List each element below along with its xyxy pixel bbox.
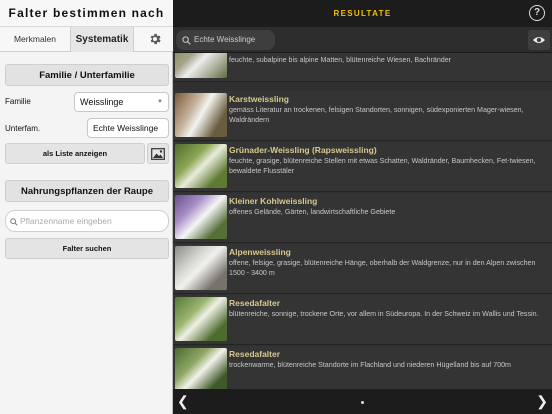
image-view-button[interactable] bbox=[147, 143, 169, 164]
familie-label: Familie bbox=[5, 97, 31, 106]
result-title: Grünader-Weissling (Rapsweissling) bbox=[229, 145, 377, 155]
pagination-bar: ❮ ❯ bbox=[173, 389, 552, 414]
list-item[interactable]: Resedafalter trockenwarme, blütenreiche … bbox=[173, 346, 552, 389]
results-search-input[interactable]: Echte Weisslinge bbox=[176, 30, 275, 50]
butterfly-thumbnail bbox=[175, 53, 227, 78]
visibility-toggle[interactable] bbox=[528, 30, 550, 50]
eye-icon bbox=[533, 37, 545, 43]
dropdown-caret-icon: ▼ bbox=[157, 99, 163, 105]
list-item[interactable]: Resedafalter blütenreiche, sonnige, troc… bbox=[173, 295, 552, 345]
tab-bar: Merkmalen Systematik bbox=[0, 27, 173, 52]
results-header: RESULTATE ? bbox=[173, 0, 552, 27]
result-description: feuchte, grasige, blütenreiche Stellen m… bbox=[229, 157, 536, 176]
search-butterflies-button[interactable]: Falter suchen bbox=[5, 238, 169, 259]
result-description: trockenwarme, blütenreiche Standorte im … bbox=[229, 361, 511, 369]
result-title: Resedafalter bbox=[229, 349, 281, 359]
butterfly-thumbnail bbox=[175, 348, 227, 389]
section-plants-header: Nahrungspflanzen der Raupe bbox=[5, 180, 169, 202]
gear-icon bbox=[150, 33, 161, 45]
show-as-list-button[interactable]: als Liste anzeigen bbox=[5, 143, 145, 164]
butterfly-thumbnail bbox=[175, 297, 227, 341]
page-indicator bbox=[361, 401, 364, 404]
list-item[interactable]: Alpenweissling offene, felsige, grasige,… bbox=[173, 244, 552, 294]
list-item[interactable]: Kleiner Kohlweissling offenes Gelände, G… bbox=[173, 193, 552, 243]
list-item[interactable]: Grünader-Weissling (Rapsweissling) feuch… bbox=[173, 142, 552, 192]
tab-merkmalen[interactable]: Merkmalen bbox=[0, 27, 70, 52]
chevron-left-icon[interactable]: ❮ bbox=[177, 393, 189, 410]
help-icon[interactable]: ? bbox=[529, 5, 545, 21]
unterfam-value: Echte Weisslinge bbox=[93, 123, 159, 133]
list-item[interactable]: Karstweissling gemäss Literatur an trock… bbox=[173, 91, 552, 141]
unterfam-select[interactable]: Echte Weisslinge bbox=[87, 118, 169, 138]
results-panel: RESULTATE ? Echte Weisslinge feuchte, su… bbox=[173, 0, 552, 414]
tab-systematik[interactable]: Systematik bbox=[70, 27, 134, 52]
familie-select[interactable]: Weisslinge ▼ bbox=[74, 92, 169, 112]
butterfly-thumbnail bbox=[175, 246, 227, 290]
results-list: feuchte, subalpine bis alpine Matten, bl… bbox=[173, 53, 552, 389]
result-description: offenes Gelände, Gärten, landwirtschaftl… bbox=[229, 208, 396, 216]
settings-button[interactable] bbox=[140, 27, 170, 52]
result-description: feuchte, subalpine bis alpine Matten, bl… bbox=[229, 56, 452, 64]
plant-search-placeholder: Pflanzenname eingeben bbox=[20, 216, 112, 226]
results-search-value: Echte Weisslinge bbox=[194, 35, 256, 44]
butterfly-thumbnail bbox=[175, 93, 227, 137]
filter-panel: Falter bestimmen nach Merkmalen Systemat… bbox=[0, 0, 173, 414]
result-title: Karstweissling bbox=[229, 94, 289, 104]
unterfam-label: Unterfam. bbox=[5, 124, 41, 133]
app: Falter bestimmen nach Merkmalen Systemat… bbox=[0, 0, 552, 414]
image-icon bbox=[151, 148, 165, 160]
search-icon bbox=[10, 218, 18, 226]
result-description: gemäss Literatur an trockenen, felsigen … bbox=[229, 106, 524, 125]
butterfly-thumbnail bbox=[175, 195, 227, 239]
panel-title: Falter bestimmen nach bbox=[0, 0, 173, 27]
familie-value: Weisslinge bbox=[80, 97, 124, 107]
result-title: Kleiner Kohlweissling bbox=[229, 196, 318, 206]
plant-search-input[interactable]: Pflanzenname eingeben bbox=[5, 210, 169, 232]
result-description: offene, felsige, grasige, blütenreiche H… bbox=[229, 259, 536, 278]
list-item[interactable]: feuchte, subalpine bis alpine Matten, bl… bbox=[173, 53, 552, 82]
result-title: Resedafalter bbox=[229, 298, 281, 308]
result-title: Alpenweissling bbox=[229, 247, 291, 257]
chevron-right-icon[interactable]: ❯ bbox=[536, 393, 548, 410]
result-description: blütenreiche, sonnige, trockene Orte, vo… bbox=[229, 310, 539, 318]
results-title: RESULTATE bbox=[333, 9, 392, 18]
section-family-header: Familie / Unterfamilie bbox=[5, 64, 169, 86]
search-icon bbox=[182, 36, 191, 45]
butterfly-thumbnail bbox=[175, 144, 227, 188]
results-search-bar: Echte Weisslinge bbox=[173, 27, 552, 53]
